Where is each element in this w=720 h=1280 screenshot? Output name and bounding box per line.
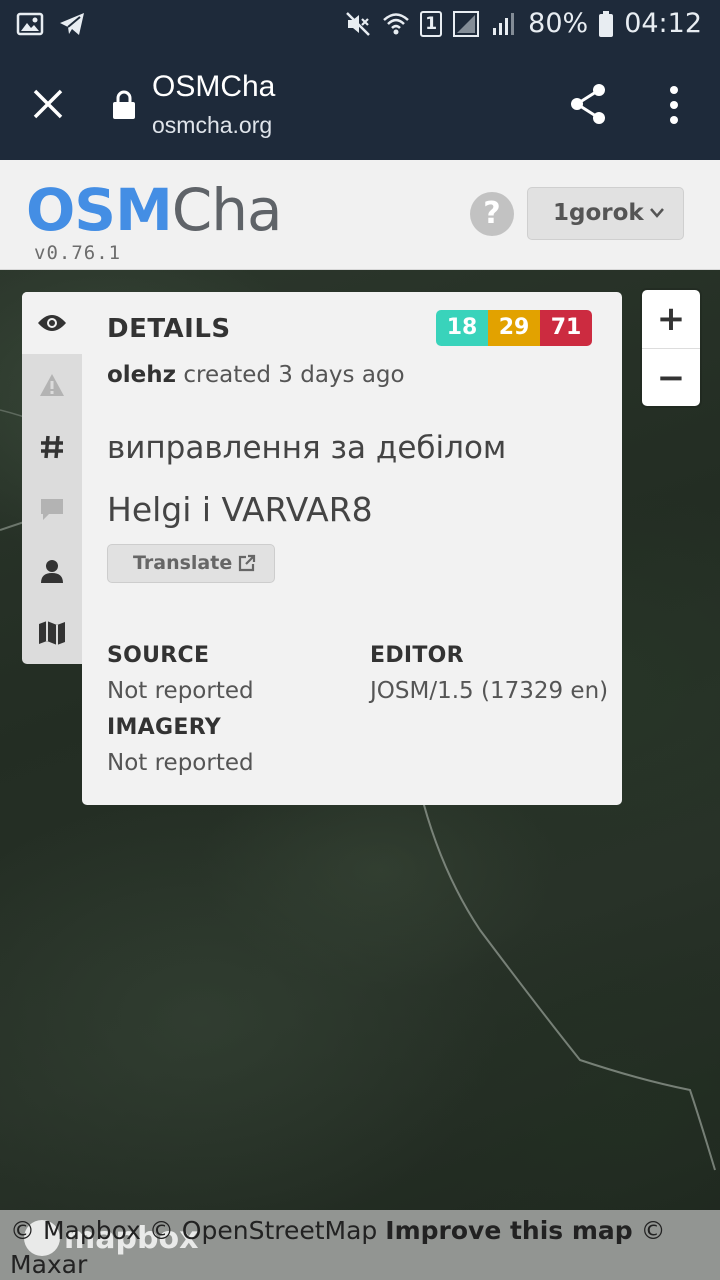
comment-icon: [41, 499, 63, 520]
chevron-down-icon: [650, 208, 664, 218]
clock: 04:12: [624, 8, 702, 39]
user-icon: [41, 560, 63, 583]
editor-label: EDITOR: [370, 643, 464, 668]
changeset-byline: olehz created 3 days ago: [107, 362, 405, 388]
wifi-icon: [383, 12, 410, 34]
more-options-icon[interactable]: [664, 84, 684, 126]
lock-icon: [113, 90, 135, 119]
external-link-icon: [238, 554, 256, 572]
editor-value: JOSM/1.5 (17329 en): [370, 678, 609, 704]
tab-details[interactable]: [22, 292, 82, 354]
translate-label: Translate: [133, 552, 233, 574]
osm-attribution-link[interactable]: © OpenStreetMap: [149, 1216, 377, 1245]
attribution-text: © Mapbox © OpenStreetMap Improve this ma…: [10, 1214, 710, 1280]
tab-discussions[interactable]: [22, 478, 82, 540]
panel-title: DETAILS: [107, 314, 231, 344]
tab-tags[interactable]: [22, 416, 82, 478]
mapbox-attribution-link[interactable]: © Mapbox: [10, 1216, 141, 1245]
map-icon: [39, 621, 65, 645]
browser-toolbar: OSMCha osmcha.org: [0, 48, 720, 160]
deleted-count-badge: 71: [540, 310, 592, 346]
sim-slot-badge: 1: [420, 10, 443, 37]
signal-icon-1: [453, 10, 480, 37]
close-icon[interactable]: [30, 86, 66, 122]
eye-icon: [38, 315, 66, 331]
tab-user[interactable]: [22, 540, 82, 602]
details-panel: DETAILS 18 29 71 olehz created 3 days ag…: [82, 292, 622, 805]
imagery-value: Not reported: [107, 750, 254, 776]
side-tabs: [22, 292, 82, 664]
battery-icon: [599, 10, 614, 37]
zoom-in-button[interactable]: +: [642, 290, 700, 348]
translate-button[interactable]: Translate: [107, 544, 275, 583]
map-attribution: mapbox © Mapbox © OpenStreetMap Improve …: [0, 1210, 720, 1280]
tab-map[interactable]: [22, 602, 82, 664]
user-menu-button[interactable]: 1gorok: [527, 187, 684, 240]
page-url[interactable]: osmcha.org: [152, 112, 272, 139]
created-count-badge: 18: [436, 310, 488, 346]
share-icon[interactable]: [566, 82, 610, 126]
changeset-comment-line-2: Helgi i VARVAR8: [107, 490, 373, 529]
zoom-out-button[interactable]: −: [642, 348, 700, 406]
change-counts: 18 29 71: [436, 310, 592, 346]
author-name[interactable]: olehz: [107, 362, 176, 388]
app-header: OSMCha v0.76.1 ? 1gorok: [0, 160, 720, 270]
modified-count-badge: 29: [488, 310, 540, 346]
warning-icon: [40, 374, 64, 396]
telegram-notification-icon: [60, 13, 84, 35]
mute-icon: [346, 11, 371, 36]
hash-icon: [41, 435, 63, 459]
improve-map-link[interactable]: Improve this map: [385, 1216, 632, 1245]
signal-icon-2: [493, 12, 515, 35]
zoom-controls: + −: [642, 290, 700, 406]
gallery-notification-icon: [16, 12, 44, 36]
battery-percent: 80%: [528, 8, 589, 39]
created-time: created 3 days ago: [183, 362, 405, 388]
status-bar: 1 80% 04:12: [0, 0, 720, 48]
osmcha-logo[interactable]: OSMCha: [26, 180, 283, 240]
app-version: v0.76.1: [34, 242, 122, 264]
logo-cha: Cha: [171, 176, 283, 244]
changeset-comment-line-1: виправлення за дебілом: [107, 430, 507, 466]
imagery-label: IMAGERY: [107, 715, 221, 740]
source-value: Not reported: [107, 678, 254, 704]
username: 1gorok: [553, 200, 644, 226]
help-button[interactable]: ?: [470, 192, 514, 236]
logo-osm: OSM: [26, 176, 173, 244]
source-label: SOURCE: [107, 643, 210, 668]
page-title: OSMCha: [152, 70, 276, 103]
tab-flags[interactable]: [22, 354, 82, 416]
